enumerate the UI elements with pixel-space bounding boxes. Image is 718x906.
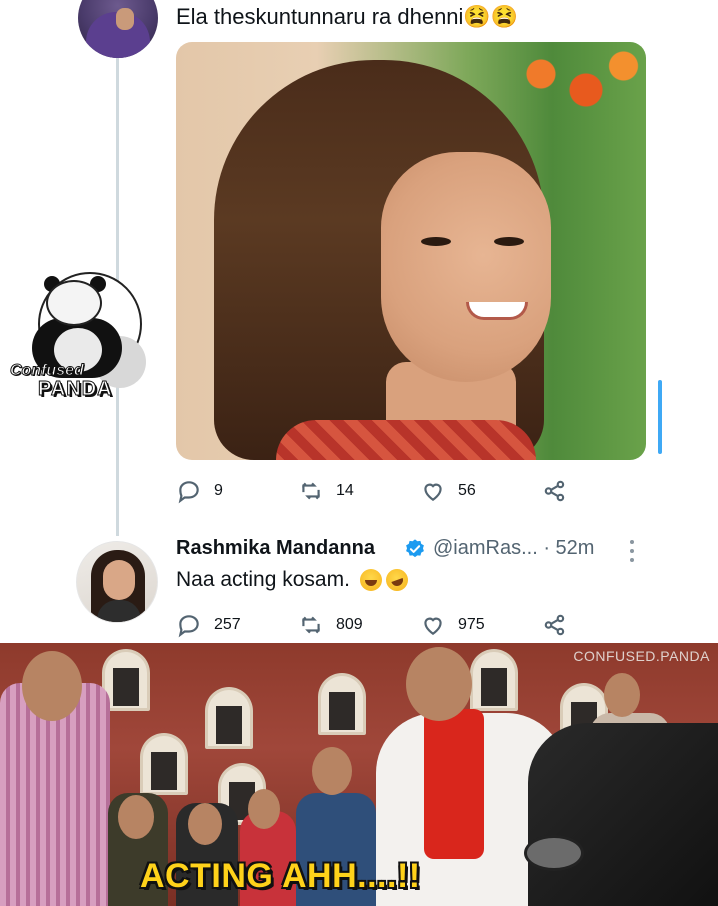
meme-caption: ACTING AHH....!!: [140, 857, 421, 895]
like-action-2[interactable]: 975: [420, 612, 485, 638]
motorbike: [528, 723, 718, 906]
red-scarf: [424, 709, 484, 859]
avatar-hand: [116, 8, 134, 30]
reply-avatar-face: [103, 560, 135, 600]
retweet-action[interactable]: 14: [298, 478, 354, 504]
verified-badge-icon: [406, 539, 424, 558]
bystander-head: [118, 795, 154, 839]
photo-flowers: [496, 42, 646, 122]
share-icon: [544, 480, 565, 502]
scrollbar[interactable]: [658, 380, 662, 454]
reply-text: Naa acting kosam.: [176, 565, 412, 595]
reply-action-2[interactable]: 257: [176, 612, 241, 638]
top-tweet-avatar[interactable]: [78, 0, 158, 58]
building-window: [318, 673, 366, 735]
photo-eye-right: [494, 237, 524, 246]
rofl-emoji-icon: [382, 565, 412, 595]
share-action[interactable]: [542, 478, 568, 504]
retweet-icon: [302, 482, 320, 500]
building-window: [140, 733, 188, 795]
photo-smile: [466, 302, 528, 320]
share-icon: [544, 614, 565, 636]
meme-watermark: CONFUSED.PANDA: [573, 648, 710, 664]
reply-count: 9: [214, 482, 223, 499]
grinning-sweat-emoji-icon: [359, 569, 382, 591]
person-center-head: [406, 647, 472, 721]
top-tweet-text: Ela theskuntunnaru ra dhenni😫😫: [176, 4, 519, 29]
building-window: [205, 687, 253, 749]
bike-mirror: [524, 835, 584, 871]
confused-panda-logo: Confused PANDA: [10, 272, 146, 404]
more-options-icon[interactable]: [630, 540, 636, 562]
heart-icon: [424, 617, 442, 635]
photo-face: [381, 152, 551, 382]
reply-text-body: Naa acting kosam.: [176, 568, 350, 591]
bystander-head: [248, 789, 280, 829]
retweet-icon: [302, 616, 320, 634]
like-count: 56: [458, 482, 476, 499]
reply-action[interactable]: 9: [176, 478, 223, 504]
reply-icon: [178, 615, 199, 638]
reply-avatar[interactable]: [76, 541, 158, 623]
photo-dress: [276, 420, 536, 460]
retweet-action-2[interactable]: 809: [298, 612, 363, 638]
retweet-count: 14: [336, 482, 354, 499]
retweet-count: 809: [336, 616, 363, 633]
panda-logo-word-2: PANDA: [38, 378, 113, 401]
building-window: [470, 649, 518, 711]
reply-count: 257: [214, 616, 241, 633]
bystander-head: [604, 673, 640, 717]
person-left-head: [22, 651, 82, 721]
share-action-2[interactable]: [542, 612, 568, 638]
bystander-head: [312, 747, 352, 795]
meme-image: CONFUSED.PANDA ACTING AHH....!!: [0, 643, 718, 906]
like-action[interactable]: 56: [420, 478, 476, 504]
bystander-head: [188, 803, 222, 845]
panda-head: [46, 280, 102, 326]
heart-icon: [424, 483, 442, 501]
reply-icon: [178, 481, 199, 504]
reply-display-name[interactable]: Rashmika Mandanna: [176, 537, 375, 560]
photo-eye-left: [421, 237, 451, 246]
reply-handle-time[interactable]: @iamRas... · 52m: [433, 537, 594, 560]
like-count: 975: [458, 616, 485, 633]
tweet-photo[interactable]: [176, 42, 646, 460]
